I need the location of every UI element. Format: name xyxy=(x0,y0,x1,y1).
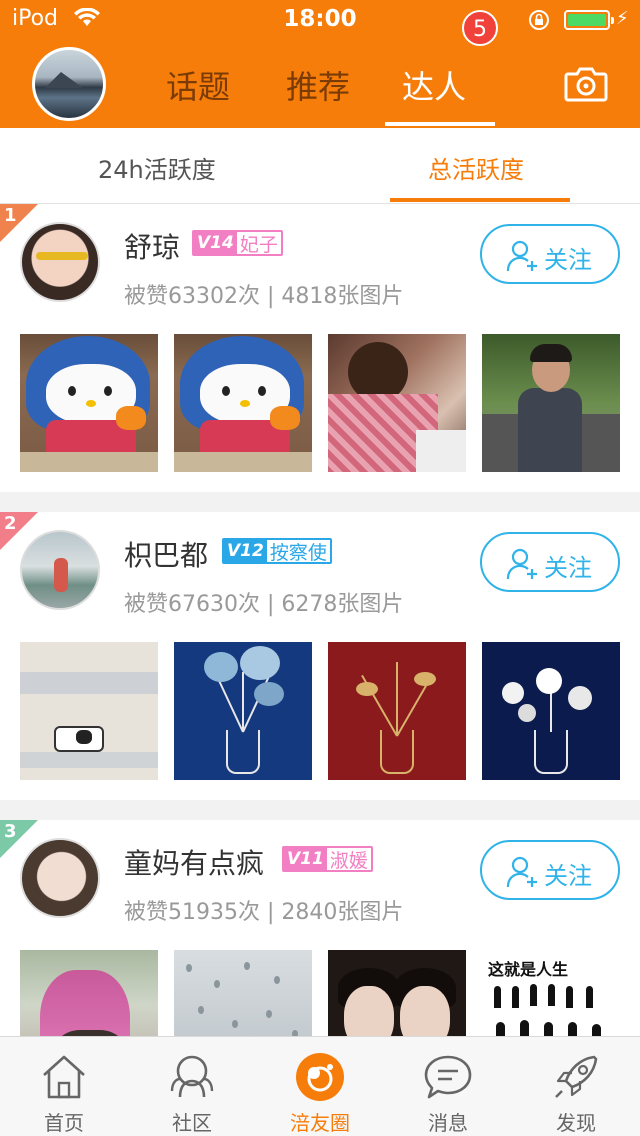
activity-subtabs: 24h活跃度 总活跃度 xyxy=(0,128,640,204)
level-label: V12 xyxy=(224,540,267,562)
user-card: 2 枳巴都 V12 按察使 被赞67630次 | 6278张图片 关注 xyxy=(0,512,640,800)
bottom-tab-label: 消息 xyxy=(428,1111,468,1135)
photo-thumbnail[interactable] xyxy=(328,334,466,472)
photo-row xyxy=(20,642,620,780)
follow-label: 关注 xyxy=(544,554,592,582)
avatar[interactable] xyxy=(20,530,100,610)
user-card: 3 童妈有点疯 V11 淑媛 被赞51935次 | 2840张图片 关注 这就是… xyxy=(0,820,640,1088)
photo-thumbnail[interactable] xyxy=(482,334,620,472)
camera-icon[interactable] xyxy=(564,66,608,102)
bottom-tab-label: 涪友圈 xyxy=(290,1111,350,1135)
friends-circle-icon xyxy=(296,1053,344,1101)
bottom-tab-label: 首页 xyxy=(44,1111,84,1135)
add-user-icon xyxy=(506,548,537,580)
subtab-total[interactable]: 总活跃度 xyxy=(428,150,524,185)
rank-number: 1 xyxy=(4,205,17,226)
user-stats: 被赞51935次 | 2840张图片 xyxy=(124,900,404,925)
rank-number: 3 xyxy=(4,821,17,842)
bottom-tab-bar: 首页 社区 涪友圈 消息 发现 xyxy=(0,1036,640,1136)
rocket-icon xyxy=(555,1055,598,1098)
follow-button[interactable]: 关注 xyxy=(480,532,620,592)
avatar[interactable] xyxy=(20,222,100,302)
level-badge: V11 淑媛 xyxy=(282,846,373,872)
level-label: V11 xyxy=(284,848,327,870)
community-icon xyxy=(170,1055,214,1098)
poster-caption: 这就是人生 xyxy=(488,960,569,979)
top-tabs: 话题 推荐 达人 xyxy=(140,56,520,128)
bottom-tab-messages[interactable]: 消息 xyxy=(384,1037,512,1136)
level-label: V14 xyxy=(194,232,237,254)
title-label: 按察使 xyxy=(269,541,327,564)
my-avatar[interactable] xyxy=(32,47,106,121)
user-card: 1 舒琼 V14 妃子 被赞63302次 | 4818张图片 关注 xyxy=(0,204,640,492)
level-badge: V12 按察使 xyxy=(222,538,332,564)
add-user-icon xyxy=(506,856,537,888)
follow-label: 关注 xyxy=(544,246,592,274)
active-subtab-indicator xyxy=(390,198,570,202)
charging-icon: ⚡ xyxy=(616,8,629,29)
home-icon xyxy=(43,1055,85,1099)
user-name[interactable]: 舒琼 xyxy=(124,226,180,266)
photo-row xyxy=(20,334,620,472)
photo-thumbnail[interactable] xyxy=(20,642,158,780)
bottom-tab-friends-circle[interactable]: 涪友圈 xyxy=(256,1037,384,1136)
photo-thumbnail[interactable] xyxy=(20,334,158,472)
photo-thumbnail[interactable] xyxy=(174,642,312,780)
header: iPod 18:00 ⚡ 话题 推荐 达人 xyxy=(0,0,640,128)
bottom-tab-label: 发现 xyxy=(556,1111,596,1135)
title-label: 妃子 xyxy=(239,233,278,256)
battery-icon xyxy=(564,10,614,30)
status-bar: iPod 18:00 ⚡ xyxy=(0,0,640,40)
user-name[interactable]: 童妈有点疯 xyxy=(124,842,264,882)
subtab-24h[interactable]: 24h活跃度 xyxy=(98,150,216,185)
level-badge: V14 妃子 xyxy=(192,230,283,256)
tab-experts[interactable]: 达人 xyxy=(402,62,466,108)
tab-topics[interactable]: 话题 xyxy=(166,62,230,108)
user-name[interactable]: 枳巴都 xyxy=(124,534,208,574)
follow-button[interactable]: 关注 xyxy=(480,224,620,284)
follow-button[interactable]: 关注 xyxy=(480,840,620,900)
active-tab-indicator xyxy=(385,122,495,126)
photo-thumbnail[interactable] xyxy=(174,334,312,472)
photo-thumbnail[interactable] xyxy=(328,642,466,780)
bottom-tab-discover[interactable]: 发现 xyxy=(512,1037,640,1136)
user-stats: 被赞67630次 | 6278张图片 xyxy=(124,592,404,617)
rank-number: 2 xyxy=(4,513,17,534)
unread-messages-badge: 5 xyxy=(462,10,498,46)
bottom-tab-label: 社区 xyxy=(172,1111,212,1135)
user-stats: 被赞63302次 | 4818张图片 xyxy=(124,284,404,309)
title-label: 淑媛 xyxy=(329,849,368,872)
photo-thumbnail[interactable] xyxy=(482,642,620,780)
avatar[interactable] xyxy=(20,838,100,918)
follow-label: 关注 xyxy=(544,862,592,890)
add-user-icon xyxy=(506,240,537,272)
rotation-lock-icon xyxy=(529,10,549,30)
tab-recommend[interactable]: 推荐 xyxy=(286,62,350,108)
message-icon xyxy=(424,1055,472,1099)
bottom-tab-community[interactable]: 社区 xyxy=(128,1037,256,1136)
bottom-tab-home[interactable]: 首页 xyxy=(0,1037,128,1136)
